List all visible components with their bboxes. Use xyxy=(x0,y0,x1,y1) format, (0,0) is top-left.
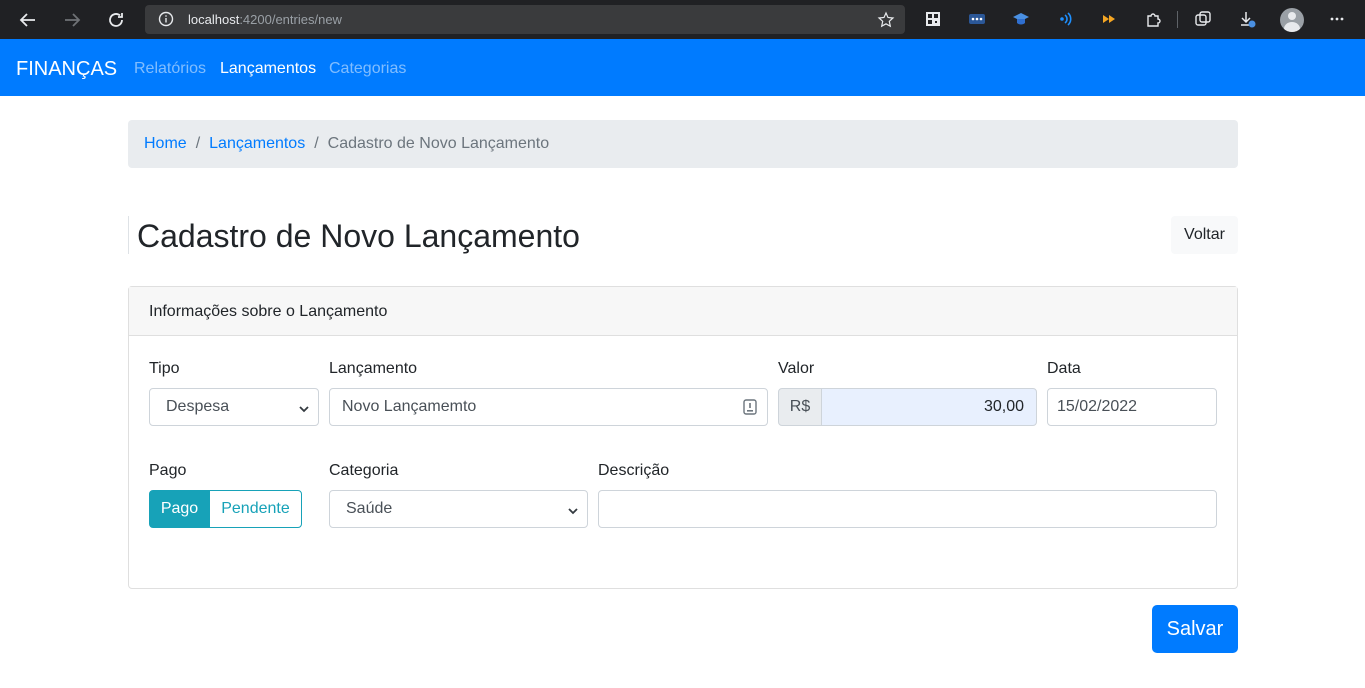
graduation-cap-icon[interactable] xyxy=(1011,9,1031,29)
card-header: Informações sobre o Lançamento xyxy=(129,287,1237,336)
pago-toggle-button[interactable]: Pago xyxy=(149,490,210,528)
currency-prefix: R$ xyxy=(778,388,822,426)
url-host: localhost xyxy=(188,12,240,27)
broadcast-icon[interactable] xyxy=(1055,9,1075,29)
entry-form-card: Informações sobre o Lançamento xyxy=(128,286,1238,589)
chevron-down-icon xyxy=(298,402,310,420)
extension-dots-icon[interactable] xyxy=(967,9,987,29)
collections-icon[interactable] xyxy=(1193,9,1213,29)
nav-link-categorias[interactable]: Categorias xyxy=(329,60,406,78)
downloads-icon[interactable] xyxy=(1237,9,1257,29)
pendente-toggle-button[interactable]: Pendente xyxy=(209,490,302,528)
data-value: 15/02/2022 xyxy=(1057,398,1138,415)
nav-link-relatorios[interactable]: Relatórios xyxy=(134,60,206,78)
tipo-value: Despesa xyxy=(166,398,230,415)
chevron-down-icon xyxy=(567,504,579,522)
app-navbar: FINANÇAS Relatórios Lançamentos Categori… xyxy=(0,39,1365,96)
url-path: :4200/entries/new xyxy=(239,12,342,27)
profile-avatar[interactable] xyxy=(1280,8,1304,32)
lancamento-label: Lançamento xyxy=(329,360,418,377)
save-button[interactable]: Salvar xyxy=(1152,605,1238,653)
toolbar-divider xyxy=(1177,11,1178,28)
info-icon[interactable] xyxy=(158,11,174,27)
data-label: Data xyxy=(1047,360,1081,377)
breadcrumb: Home / Lançamentos / Cadastro de Novo La… xyxy=(128,120,1238,168)
descricao-input[interactable] xyxy=(598,490,1217,528)
tipo-label: Tipo xyxy=(149,360,180,377)
descricao-label: Descrição xyxy=(598,462,670,479)
breadcrumb-current: Cadastro de Novo Lançamento xyxy=(327,135,550,152)
autofill-icon[interactable] xyxy=(743,399,757,420)
title-border xyxy=(128,216,129,254)
data-input[interactable]: 15/02/2022 xyxy=(1047,388,1217,426)
brand-logo[interactable]: FINANÇAS xyxy=(16,58,117,81)
valor-value: 30,00 xyxy=(983,398,1024,415)
qr-code-icon[interactable] xyxy=(923,9,943,29)
breadcrumb-separator: / xyxy=(314,135,319,152)
puzzle-icon[interactable] xyxy=(1143,9,1163,29)
breadcrumb-lancamentos[interactable]: Lançamentos xyxy=(209,135,305,153)
pago-label: Pago xyxy=(149,462,187,479)
back-button[interactable]: Voltar xyxy=(1171,216,1238,254)
valor-label: Valor xyxy=(778,360,815,377)
back-arrow-icon[interactable] xyxy=(16,8,40,32)
breadcrumb-home[interactable]: Home xyxy=(144,135,187,153)
address-bar[interactable]: localhost:4200/entries/new xyxy=(145,5,905,34)
url-text: localhost:4200/entries/new xyxy=(188,12,342,27)
tipo-select[interactable]: Despesa xyxy=(149,388,319,426)
lancamento-input[interactable]: Novo Lançamemto xyxy=(329,388,768,426)
categoria-select[interactable]: Saúde xyxy=(329,490,588,528)
valor-input[interactable]: 30,00 xyxy=(821,388,1037,426)
reload-icon[interactable] xyxy=(104,8,128,32)
lancamento-value: Novo Lançamemto xyxy=(342,398,477,415)
forward-arrow-icon[interactable] xyxy=(60,8,84,32)
browser-toolbar: localhost:4200/entries/new xyxy=(0,0,1365,39)
fast-forward-icon[interactable] xyxy=(1099,9,1119,29)
more-menu-icon[interactable] xyxy=(1327,9,1347,29)
categoria-value: Saúde xyxy=(346,500,393,517)
nav-link-lancamentos[interactable]: Lançamentos xyxy=(220,60,316,78)
page-title: Cadastro de Novo Lançamento xyxy=(137,218,580,254)
categoria-label: Categoria xyxy=(329,462,399,479)
breadcrumb-separator: / xyxy=(195,135,201,152)
favorite-star-icon[interactable] xyxy=(877,11,895,29)
